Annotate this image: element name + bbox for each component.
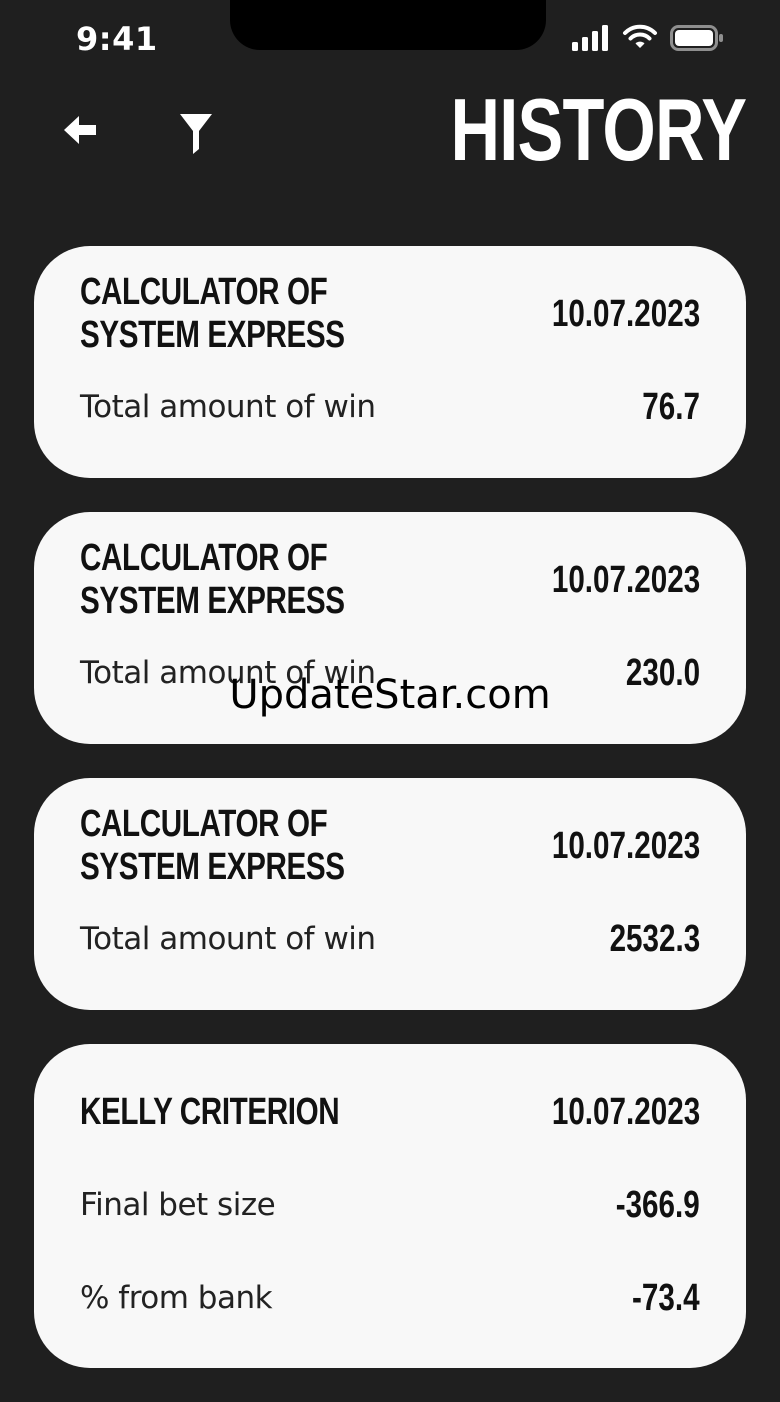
back-button[interactable] <box>58 110 102 154</box>
arrow-left-icon <box>62 114 98 151</box>
card-title: CALCULATOR OF SYSTEM EXPRESS <box>80 803 345 888</box>
status-icons <box>572 24 724 57</box>
wifi-icon <box>622 24 658 57</box>
row-label: Total amount of win <box>80 921 376 957</box>
card-date: 10.07.2023 <box>551 558 700 601</box>
header: HISTORY <box>0 80 780 200</box>
row-value: -73.4 <box>632 1276 700 1319</box>
filter-button[interactable] <box>174 110 218 160</box>
card-title: CALCULATOR OF SYSTEM EXPRESS <box>80 537 345 622</box>
device-notch <box>230 0 546 50</box>
filter-icon <box>178 111 214 160</box>
status-time: 9:41 <box>76 20 158 58</box>
cellular-signal-icon <box>572 25 610 56</box>
card-title: CALCULATOR OF SYSTEM EXPRESS <box>80 271 345 356</box>
card-row: Total amount of win 76.7 <box>80 385 700 429</box>
row-label: Total amount of win <box>80 389 376 425</box>
row-label: Final bet size <box>80 1187 276 1223</box>
history-card[interactable]: CALCULATOR OF SYSTEM EXPRESS 10.07.2023 … <box>34 246 746 478</box>
row-value: 2532.3 <box>609 917 700 960</box>
card-row: Total amount of win 2532.3 <box>80 917 700 961</box>
card-date: 10.07.2023 <box>551 824 700 867</box>
card-row: % from bank -73.4 <box>80 1276 700 1320</box>
battery-icon <box>670 25 724 56</box>
card-row: Final bet size -366.9 <box>80 1183 700 1227</box>
status-bar: 9:41 <box>0 0 780 80</box>
watermark-text: UpdateStar.com <box>229 672 551 718</box>
row-label: % from bank <box>80 1280 273 1316</box>
history-list: CALCULATOR OF SYSTEM EXPRESS 10.07.2023 … <box>34 246 746 1402</box>
card-title: KELLY CRITERION <box>80 1090 340 1133</box>
row-value: 76.7 <box>642 385 700 428</box>
row-value: -366.9 <box>615 1183 700 1226</box>
history-card[interactable]: KELLY CRITERION 10.07.2023 Final bet siz… <box>34 1044 746 1368</box>
history-card[interactable]: CALCULATOR OF SYSTEM EXPRESS 10.07.2023 … <box>34 778 746 1010</box>
card-date: 10.07.2023 <box>551 1090 700 1133</box>
page-title: HISTORY <box>450 80 747 179</box>
card-date: 10.07.2023 <box>551 292 700 335</box>
